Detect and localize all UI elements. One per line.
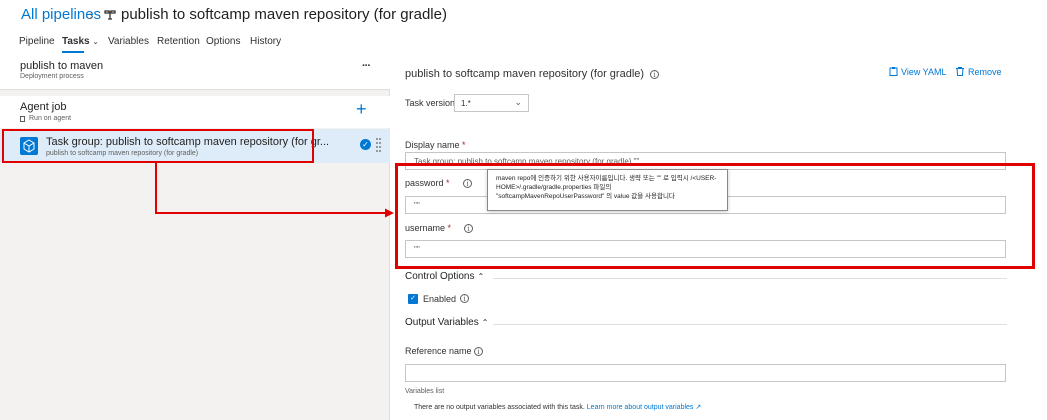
control-options-label: Control Options [405,271,475,282]
external-link-icon: ↗ [695,404,702,411]
document-icon [20,116,25,122]
enabled-checkbox[interactable]: ✓ [408,294,418,304]
chevron-right-icon: › [89,7,94,23]
annotation-box-task [2,129,314,163]
tab-tasks-label: Tasks [62,36,90,47]
task-version-select[interactable]: 1.* ⌄ [454,94,529,112]
chevron-up-icon: ⌃ [477,272,485,281]
task-details-title: publish to softcamp maven repository (fo… [405,68,660,80]
no-output-text: There are no output variables associated… [414,404,585,411]
chevron-up-icon: ⌃ [481,318,489,327]
trash-icon [956,67,964,76]
reference-name-input[interactable] [405,364,1006,382]
chevron-down-icon: ⌄ [514,97,522,107]
view-yaml-label: View YAML [901,67,947,77]
page-title: publish to softcamp maven repository (fo… [121,6,447,23]
drag-handle-icon[interactable] [376,137,381,153]
agent-job-card[interactable]: Agent job Run on agent + [0,96,390,128]
tab-options[interactable]: Options [206,36,240,47]
required-marker: * [462,140,466,150]
task-version-value: 1.* [461,99,471,108]
output-variables-header[interactable]: Output Variables ⌃ [405,317,488,328]
tab-retention[interactable]: Retention [157,36,200,47]
more-options-icon[interactable]: ··· [362,60,371,72]
active-tab-indicator [62,51,84,53]
remove-label: Remove [968,67,1002,77]
stage-card[interactable]: publish to maven Deployment process ··· [0,56,390,90]
output-variables-label: Output Variables [405,317,479,328]
agent-job-title: Agent job [20,101,67,113]
divider [493,324,1007,325]
enabled-label: Enabled [423,294,457,304]
tab-variables[interactable]: Variables [108,36,149,47]
tab-tasks[interactable]: Tasks ⌄ [62,36,99,47]
pipeline-icon [104,10,116,20]
agent-job-subtitle: Run on agent [29,115,72,122]
divider [493,278,1007,279]
info-icon[interactable]: i [460,294,469,303]
task-list-panel: publish to maven Deployment process ··· … [0,56,390,420]
check-circle-icon: ✓ [360,139,371,150]
learn-more-link[interactable]: Learn more about output variables [587,404,694,411]
no-output-message: There are no output variables associated… [414,403,701,411]
clipboard-icon [889,67,898,76]
tab-history[interactable]: History [250,36,281,47]
view-yaml-button[interactable]: View YAML [889,67,947,77]
control-options-header[interactable]: Control Options ⌃ [405,271,484,282]
info-icon[interactable]: i [474,347,483,356]
reference-name-label: Reference name [405,346,472,356]
add-task-button[interactable]: + [356,99,367,120]
task-details-title-text: publish to softcamp maven repository (fo… [405,68,645,80]
display-name-label: Display name * [405,140,466,150]
tab-pipeline[interactable]: Pipeline [19,36,55,47]
remove-button[interactable]: Remove [956,67,1002,77]
stage-subtitle: Deployment process [20,73,84,80]
stage-title: publish to maven [20,60,104,72]
task-version-label: Task version [405,98,456,108]
variables-list-label: Variables list [405,388,445,395]
chevron-down-icon: ⌄ [92,39,99,46]
info-icon[interactable]: i [650,69,660,79]
display-name-label-text: Display name [405,140,460,150]
annotation-box-fields [395,163,1035,269]
page-header: All pipelines › publish to softcamp mave… [0,0,1047,56]
